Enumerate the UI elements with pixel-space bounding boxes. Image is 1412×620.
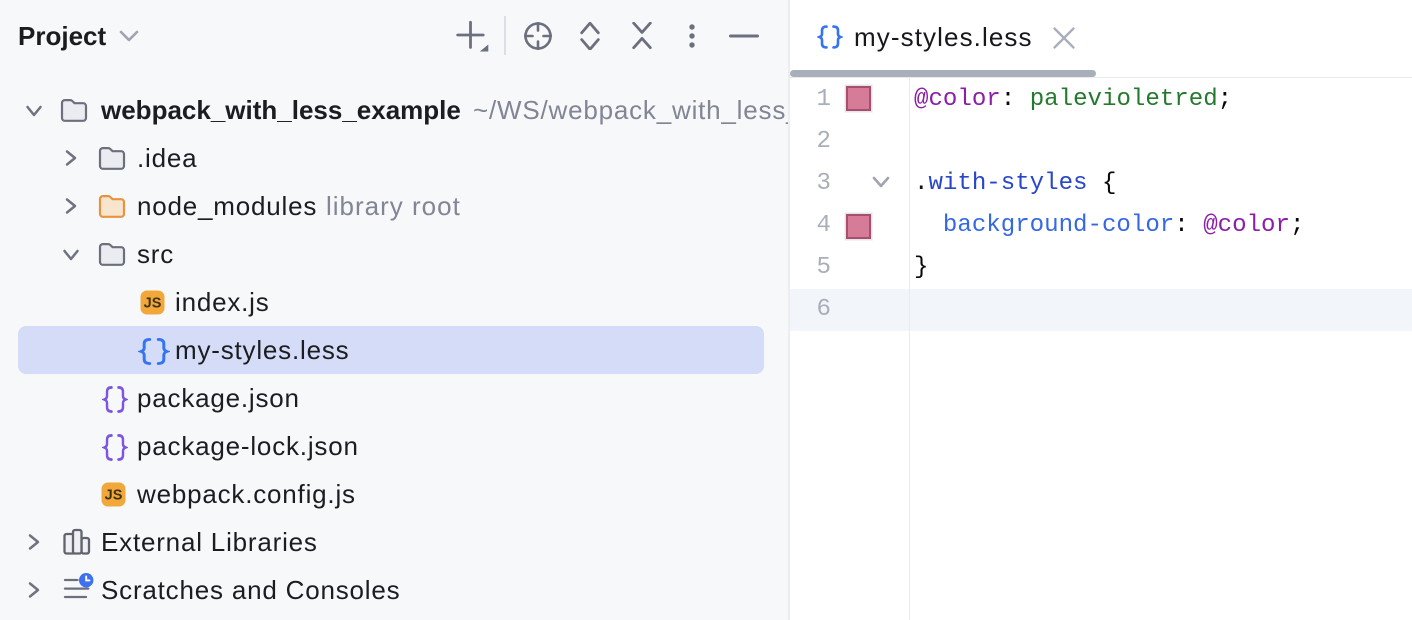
svg-text:JS: JS	[144, 296, 162, 312]
svg-text:JS: JS	[104, 488, 122, 504]
